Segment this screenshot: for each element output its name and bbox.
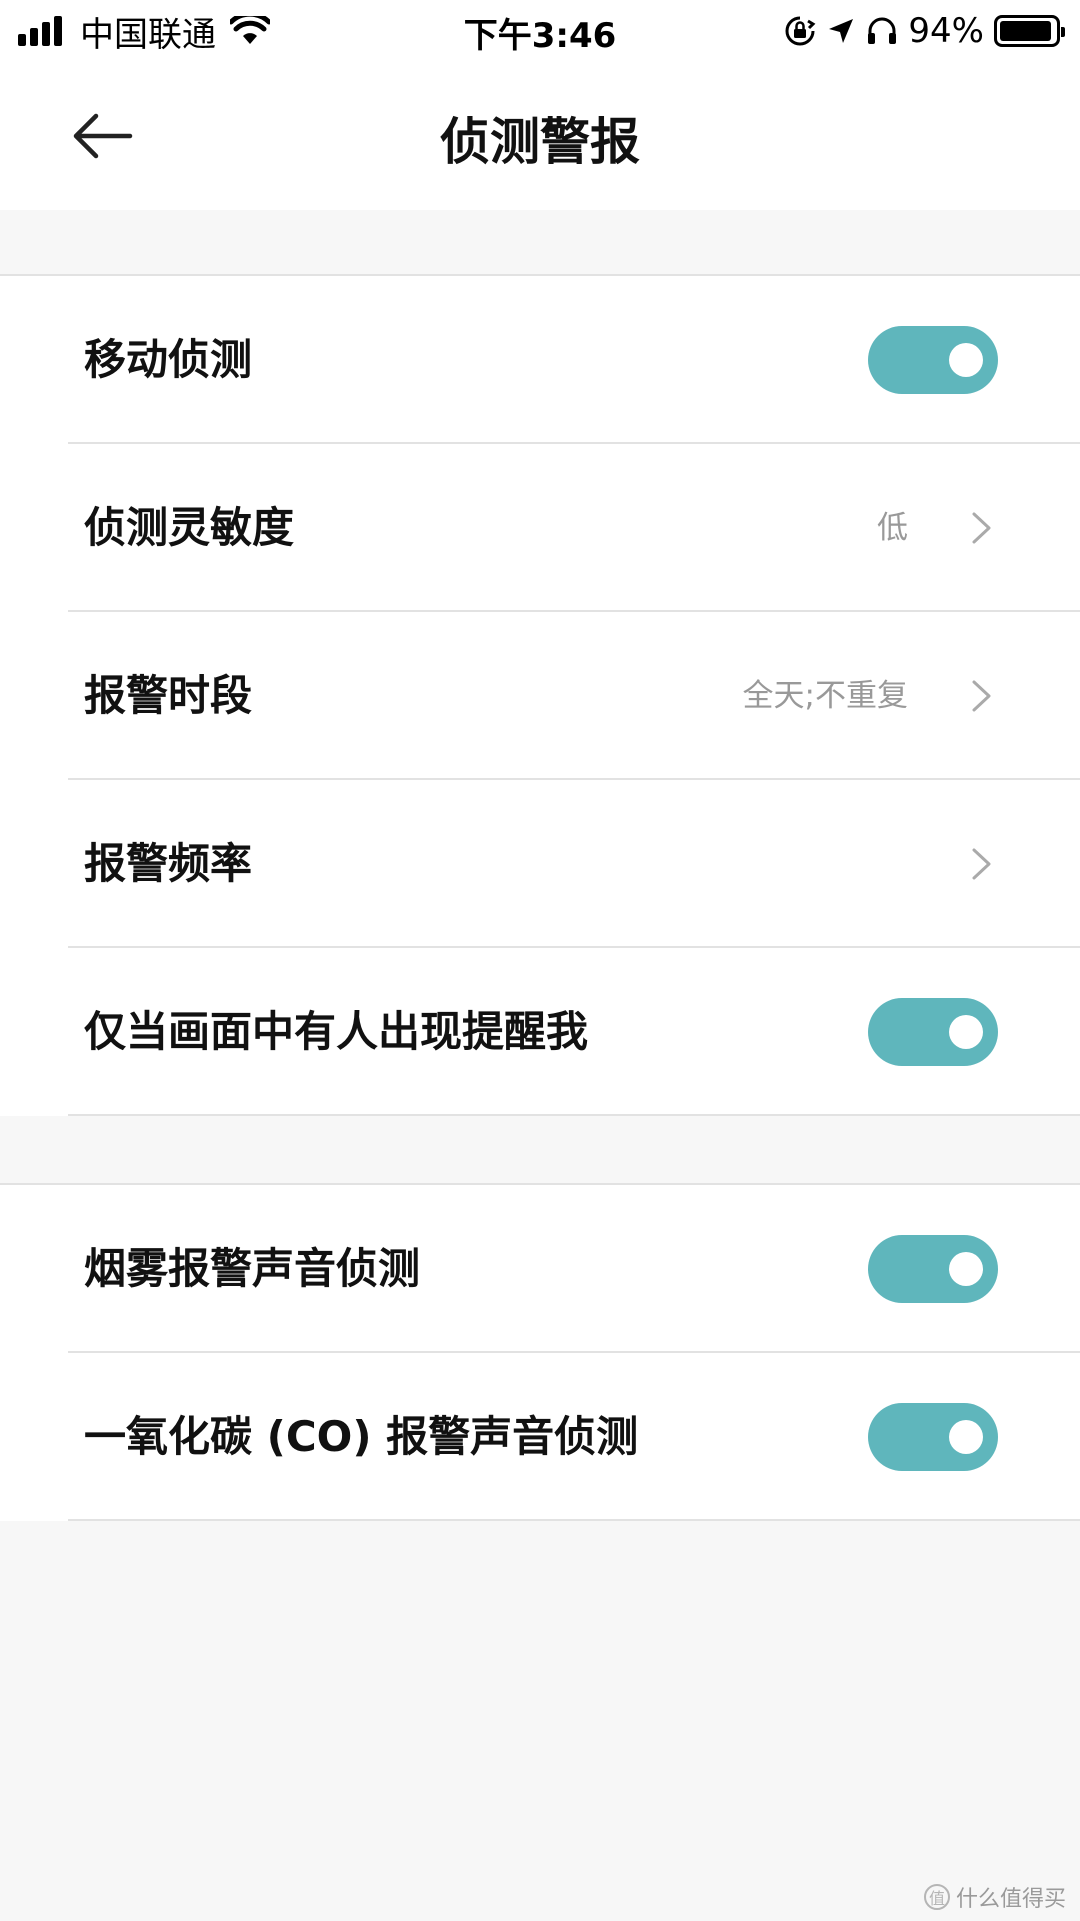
detection-sensitivity-row[interactable]: 侦测灵敏度 低 bbox=[0, 444, 1080, 612]
row-label: 侦测灵敏度 bbox=[84, 503, 295, 552]
orientation-lock-icon bbox=[785, 16, 816, 46]
row-label: 移动侦测 bbox=[84, 335, 253, 384]
chevron-right-icon bbox=[972, 848, 991, 880]
location-icon bbox=[829, 19, 854, 43]
row-label: 报警时段 bbox=[84, 671, 253, 720]
toggle-knob bbox=[949, 1252, 983, 1286]
settings-group-sound: 烟雾报警声音侦测 一氧化碳 (CO) 报警声音侦测 bbox=[0, 1183, 1080, 1521]
status-right: 94% bbox=[774, 8, 1065, 54]
toggle-knob bbox=[949, 1015, 983, 1049]
row-label: 一氧化碳 (CO) 报警声音侦测 bbox=[84, 1412, 639, 1461]
divider bbox=[68, 1114, 1080, 1116]
smoke-alarm-sound-row: 烟雾报警声音侦测 bbox=[0, 1185, 1080, 1353]
settings-group-detection: 移动侦测 侦测灵敏度 低 报警时段 全天;不重复 报警频率 仅当画面中有人出现提… bbox=[0, 274, 1080, 1116]
page-title: 侦测警报 bbox=[440, 113, 640, 171]
battery-percent: 94% bbox=[908, 11, 984, 51]
toggle-knob bbox=[949, 343, 983, 377]
status-bar: 中国联通 下午3:46 94% bbox=[0, 0, 1080, 62]
watermark-text: 什么值得买 bbox=[955, 1887, 1066, 1912]
row-label: 仅当画面中有人出现提醒我 bbox=[84, 1007, 589, 1056]
watermark-badge-icon: 值 bbox=[923, 1884, 950, 1910]
alarm-period-row[interactable]: 报警时段 全天;不重复 bbox=[0, 612, 1080, 780]
smoke-alarm-sound-toggle[interactable] bbox=[868, 1235, 998, 1303]
motion-detection-row: 移动侦测 bbox=[0, 276, 1080, 444]
screen: 中国联通 下午3:46 94% 侦测警报 移动侦测 侦测灵敏度 低 报警时段 全… bbox=[0, 0, 1080, 1921]
alarm-frequency-row[interactable]: 报警频率 bbox=[0, 780, 1080, 948]
toggle-knob bbox=[949, 1420, 983, 1454]
motion-detection-toggle[interactable] bbox=[868, 326, 998, 394]
divider bbox=[68, 1519, 1080, 1521]
battery-level bbox=[1000, 21, 1051, 41]
alarm-period-value: 全天;不重复 bbox=[742, 678, 908, 714]
row-label: 烟雾报警声音侦测 bbox=[84, 1244, 421, 1293]
nav-bar: 侦测警报 bbox=[0, 62, 1080, 210]
headphones-icon bbox=[868, 17, 897, 44]
chevron-right-icon bbox=[972, 512, 991, 544]
sensitivity-value: 低 bbox=[877, 510, 908, 546]
person-only-alert-row: 仅当画面中有人出现提醒我 bbox=[0, 948, 1080, 1116]
watermark: 值 什么值得买 bbox=[923, 1881, 1066, 1913]
battery-icon bbox=[994, 15, 1065, 47]
co-alarm-sound-row: 一氧化碳 (CO) 报警声音侦测 bbox=[0, 1353, 1080, 1521]
chevron-right-icon bbox=[972, 680, 991, 712]
row-label: 报警频率 bbox=[84, 839, 253, 888]
co-alarm-sound-toggle[interactable] bbox=[868, 1403, 998, 1471]
person-only-alert-toggle[interactable] bbox=[868, 998, 998, 1066]
